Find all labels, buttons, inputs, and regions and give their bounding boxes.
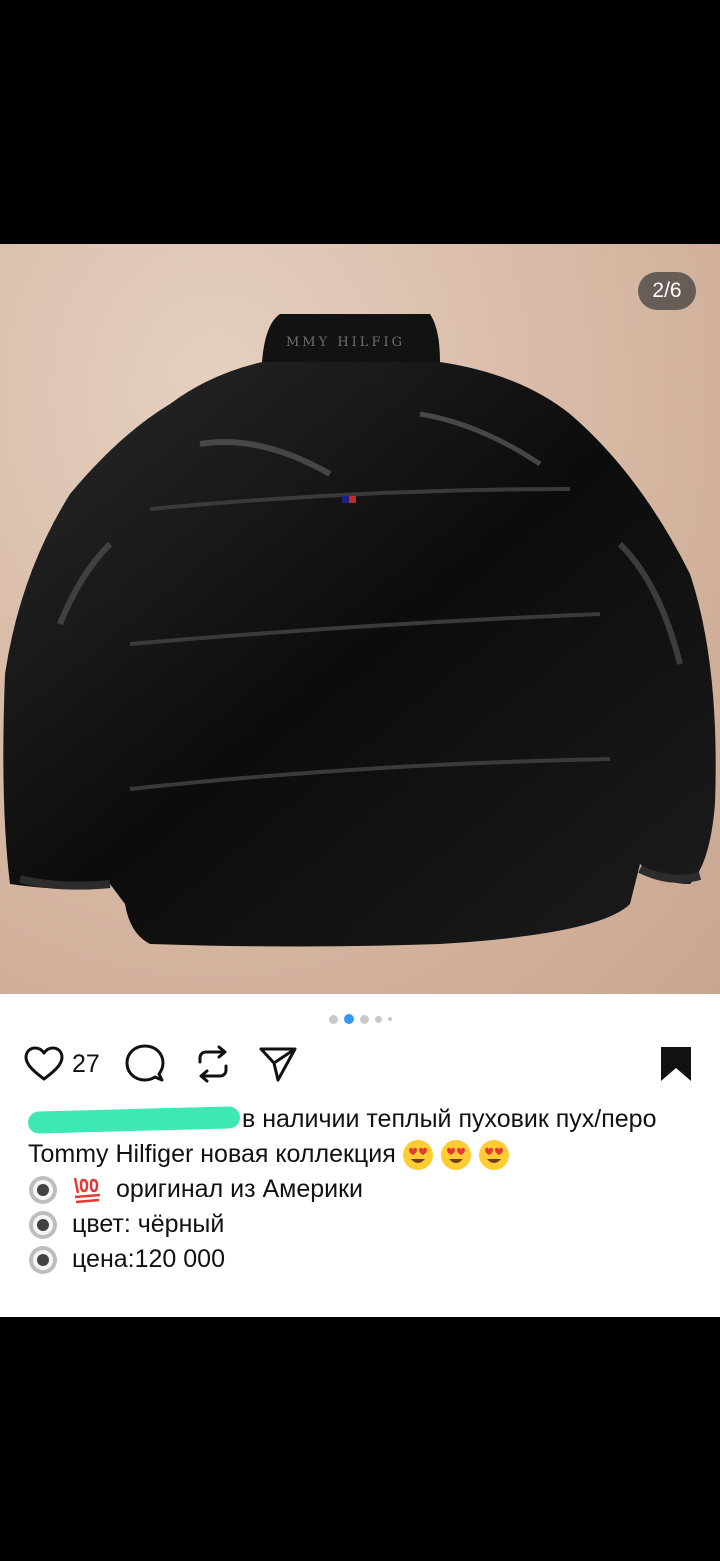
- like-button[interactable]: 27: [24, 1042, 100, 1086]
- like-count: 27: [72, 1049, 100, 1078]
- image-counter-badge: 2/6: [638, 272, 696, 310]
- heart-eyes-emoji-icon: [402, 1139, 433, 1170]
- caption-line-4-text: цвет: чёрный: [72, 1210, 225, 1238]
- bookmark-icon: [661, 1047, 691, 1081]
- hundred-points-emoji-icon: [73, 1177, 101, 1203]
- caption-line-5: цена:120 000: [28, 1242, 698, 1277]
- caption-line-1: в наличии теплый пуховик пух/перо: [27, 1102, 698, 1137]
- carousel-dot: [359, 1014, 369, 1024]
- caption-line-1-text: в наличии теплый пуховик пух/перо: [242, 1105, 657, 1133]
- carousel-dot: [374, 1015, 382, 1023]
- caption-line-2: Tommy Hilfiger новая коллекция: [28, 1137, 698, 1172]
- carousel-dot: [387, 1017, 392, 1021]
- post-actions-bar: 27: [0, 1042, 720, 1086]
- bottom-black-bar: [0, 1317, 720, 1561]
- repost-button[interactable]: [194, 1042, 232, 1086]
- caption-line-5-text: цена:120 000: [72, 1245, 225, 1273]
- jacket-image: MMY HILFIG: [3, 314, 716, 947]
- caption-line-3-text: оригинал из Америки: [116, 1175, 364, 1203]
- carousel-indicator: [0, 1013, 720, 1025]
- post-caption: в наличии теплый пуховик пух/перо Tommy …: [27, 1102, 698, 1277]
- redaction-mark: [27, 1105, 241, 1134]
- caption-line-4: цвет: чёрный: [28, 1207, 698, 1242]
- caption-line-3: оригинал из Америки: [28, 1172, 698, 1207]
- caption-line-2-text: Tommy Hilfiger новая коллекция: [28, 1140, 396, 1168]
- share-button[interactable]: [259, 1042, 297, 1086]
- heart-icon: [24, 1046, 64, 1081]
- heart-eyes-emoji-icon: [440, 1139, 471, 1170]
- radio-button-emoji-icon: [29, 1245, 57, 1274]
- share-icon: [259, 1047, 297, 1082]
- carousel-dot: [328, 1014, 338, 1024]
- carousel-dot-active: [343, 1014, 354, 1024]
- radio-button-emoji-icon: [29, 1175, 57, 1204]
- bookmark-button[interactable]: [659, 1042, 693, 1086]
- brand-print: MMY HILFIG: [286, 335, 405, 350]
- repost-icon: [198, 1045, 228, 1083]
- radio-button-emoji-icon: [29, 1210, 57, 1239]
- top-black-bar: [0, 0, 720, 244]
- post-photo[interactable]: MMY HILFIG 2/6: [0, 244, 720, 994]
- heart-eyes-emoji-icon: [478, 1139, 509, 1170]
- comment-icon: [125, 1044, 165, 1082]
- comment-button[interactable]: [125, 1042, 165, 1086]
